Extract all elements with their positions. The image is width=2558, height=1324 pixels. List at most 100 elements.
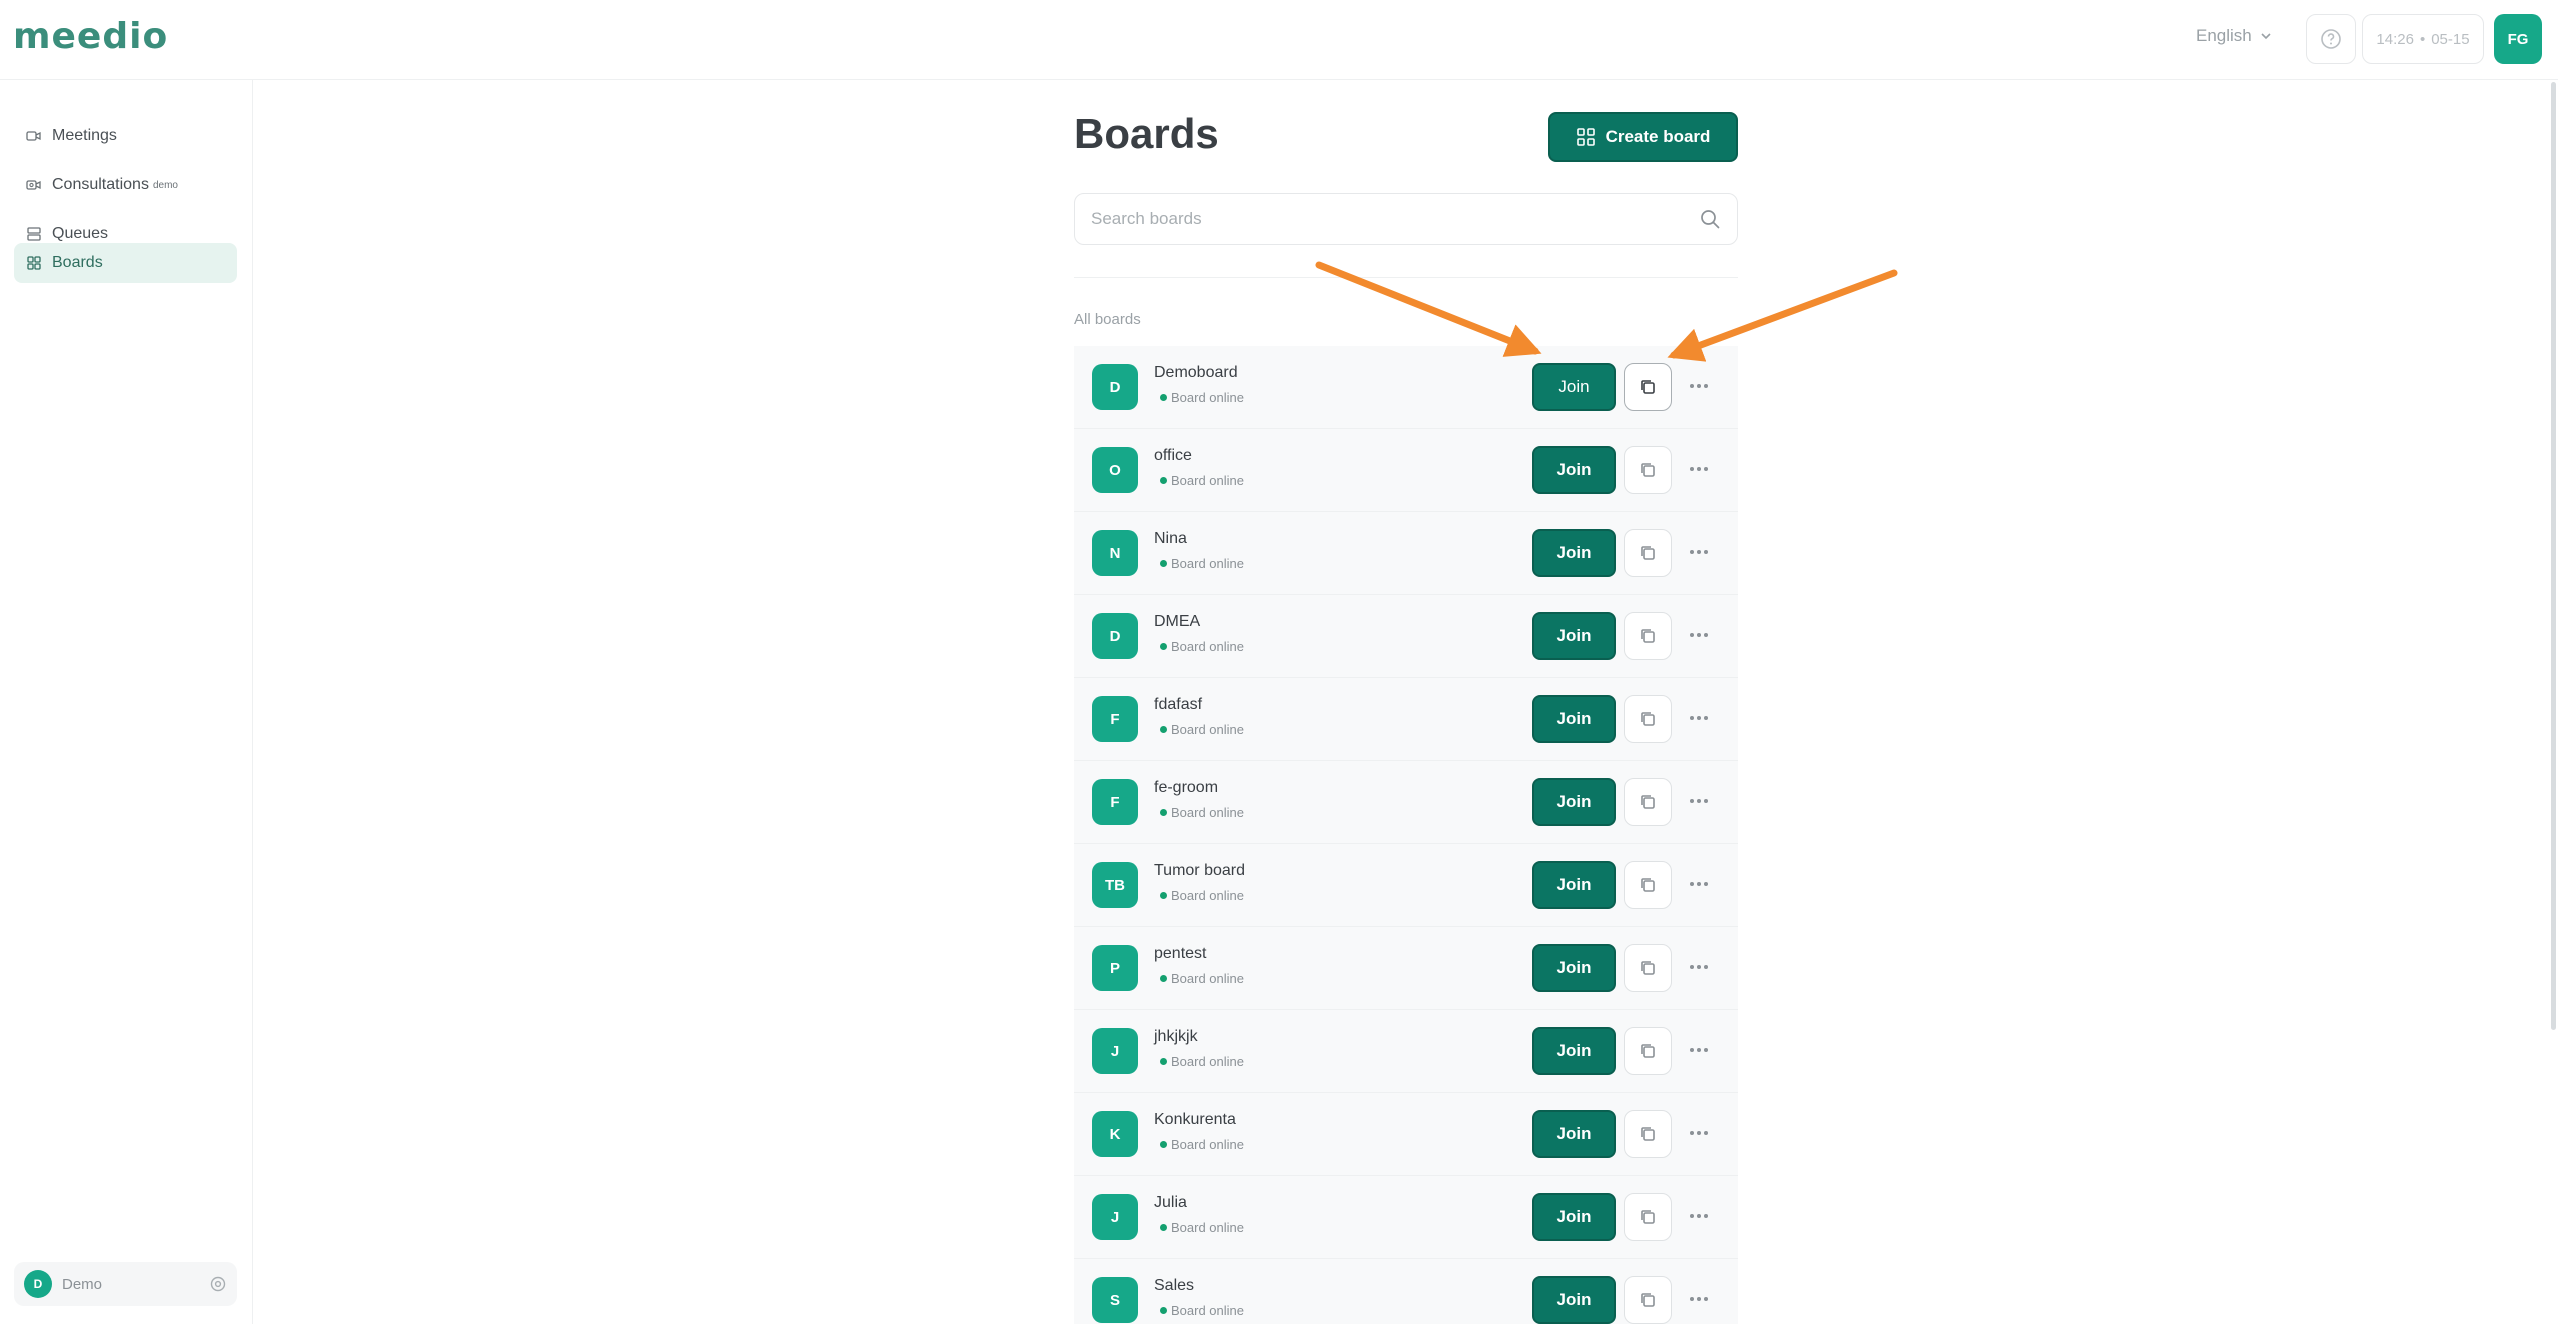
join-button[interactable]: Join	[1532, 861, 1616, 909]
board-status-text: Board online	[1171, 1054, 1244, 1069]
copy-link-button[interactable]	[1624, 861, 1672, 909]
create-board-label: Create board	[1605, 127, 1711, 146]
sidebar-item-meetings[interactable]: Meetings	[14, 116, 237, 156]
copy-link-button[interactable]	[1624, 446, 1672, 494]
more-horizontal-icon	[1690, 1297, 1708, 1301]
more-horizontal-icon	[1690, 882, 1708, 886]
user-avatar[interactable]: FG	[2494, 14, 2542, 64]
board-row[interactable]: N Nina Board online Join	[1074, 512, 1738, 595]
board-status-text: Board online	[1171, 805, 1244, 820]
status-dot	[1160, 892, 1167, 899]
board-avatar: N	[1092, 530, 1138, 576]
join-button[interactable]: Join	[1532, 778, 1616, 826]
scrollbar[interactable]	[2551, 82, 2556, 1030]
demo-badge: demo	[152, 179, 178, 191]
join-button[interactable]: Join	[1532, 1193, 1616, 1241]
board-row[interactable]: Jjhkjkjk Board online Join	[1074, 1010, 1738, 1093]
more-options-button[interactable]	[1684, 1206, 1714, 1226]
board-status-text: Board online	[1171, 1137, 1244, 1152]
board-status: Board online	[1160, 1303, 1244, 1318]
more-options-button[interactable]	[1684, 957, 1714, 977]
more-options-button[interactable]	[1684, 708, 1714, 728]
status-dot	[1160, 477, 1167, 484]
time-text: 14:26	[2376, 30, 2414, 48]
board-status-text: Board online	[1171, 639, 1244, 654]
board-row[interactable]: D DMEA Board online Join	[1074, 595, 1738, 678]
more-horizontal-icon	[1690, 1214, 1708, 1218]
more-options-button[interactable]	[1684, 1123, 1714, 1143]
more-options-button[interactable]	[1684, 376, 1714, 396]
copy-link-button[interactable]	[1624, 1110, 1672, 1158]
copy-link-button[interactable]	[1624, 612, 1672, 660]
board-row[interactable]: Ffe-groom Board online Join	[1074, 761, 1738, 844]
board-avatar: J	[1092, 1194, 1138, 1240]
sidebar-item-boards[interactable]: Boards	[14, 243, 237, 283]
join-button[interactable]: Join	[1532, 1276, 1616, 1324]
language-selector[interactable]: English	[2196, 26, 2272, 46]
join-button[interactable]: Join	[1532, 944, 1616, 992]
search-icon[interactable]	[1699, 208, 1721, 230]
join-button[interactable]: Join	[1532, 363, 1616, 411]
board-name: Julia	[1154, 1194, 1187, 1211]
board-row[interactable]: TB Tumor board Board online Join	[1074, 844, 1738, 927]
search-input[interactable]	[1091, 209, 1699, 229]
copy-link-button[interactable]	[1624, 529, 1672, 577]
page-title: Boards	[1074, 110, 1219, 157]
join-button[interactable]: Join	[1532, 446, 1616, 494]
more-options-button[interactable]	[1684, 1289, 1714, 1309]
app-root: meedio English 14:26 • 05-15 FG Meetings…	[0, 0, 2558, 1324]
board-row[interactable]: K Konkurenta Board online Join	[1074, 1093, 1738, 1176]
more-horizontal-icon	[1690, 799, 1708, 803]
status-dot	[1160, 560, 1167, 567]
join-button[interactable]: Join	[1532, 612, 1616, 660]
copy-link-button[interactable]	[1624, 1027, 1672, 1075]
board-row[interactable]: Ffdafasf Board online Join	[1074, 678, 1738, 761]
board-avatar: F	[1092, 779, 1138, 825]
board-row[interactable]: S Sales Board online Join	[1074, 1259, 1738, 1324]
board-status-text: Board online	[1171, 1220, 1244, 1235]
section-label: All boards	[1074, 311, 1141, 328]
status-dot	[1160, 1058, 1167, 1065]
separator-dot: •	[2419, 30, 2426, 48]
gear-icon[interactable]	[209, 1275, 227, 1293]
more-options-button[interactable]	[1684, 1040, 1714, 1060]
video-camera-icon	[26, 131, 41, 141]
board-row[interactable]: Ooffice Board online Join	[1074, 429, 1738, 512]
more-options-button[interactable]	[1684, 791, 1714, 811]
copy-link-button[interactable]	[1624, 1193, 1672, 1241]
more-horizontal-icon	[1690, 965, 1708, 969]
top-bar: meedio English 14:26 • 05-15 FG	[0, 0, 2558, 80]
join-button[interactable]: Join	[1532, 1110, 1616, 1158]
sidebar-item-consultations[interactable]: Consultations demo	[14, 165, 237, 205]
more-horizontal-icon	[1690, 633, 1708, 637]
more-options-button[interactable]	[1684, 874, 1714, 894]
status-dot	[1160, 726, 1167, 733]
more-options-button[interactable]	[1684, 459, 1714, 479]
copy-link-button[interactable]	[1624, 695, 1672, 743]
join-button[interactable]: Join	[1532, 695, 1616, 743]
copy-icon	[1641, 1044, 1655, 1058]
more-options-button[interactable]	[1684, 542, 1714, 562]
copy-icon	[1641, 1210, 1655, 1224]
join-button[interactable]: Join	[1532, 529, 1616, 577]
more-options-button[interactable]	[1684, 625, 1714, 645]
board-name: Konkurenta	[1154, 1111, 1236, 1128]
board-status: Board online	[1160, 639, 1244, 654]
sidebar-item-label: Meetings	[52, 127, 117, 144]
board-avatar: O	[1092, 447, 1138, 493]
create-board-button[interactable]: Create board	[1548, 112, 1738, 162]
copy-link-button[interactable]	[1624, 778, 1672, 826]
meedio-logo[interactable]: meedio	[13, 16, 168, 57]
copy-link-button[interactable]	[1624, 944, 1672, 992]
team-switcher[interactable]: D Demo	[14, 1262, 237, 1306]
help-button[interactable]	[2306, 14, 2356, 64]
team-name: Demo	[62, 1275, 103, 1293]
board-row[interactable]: D Demoboard Board online Join	[1074, 346, 1738, 429]
board-avatar: F	[1092, 696, 1138, 742]
copy-link-button[interactable]	[1624, 1276, 1672, 1324]
copy-link-button[interactable]	[1624, 363, 1672, 411]
join-button[interactable]: Join	[1532, 1027, 1616, 1075]
board-row[interactable]: J Julia Board online Join	[1074, 1176, 1738, 1259]
board-name: Demoboard	[1154, 364, 1238, 381]
board-row[interactable]: Ppentest Board online Join	[1074, 927, 1738, 1010]
